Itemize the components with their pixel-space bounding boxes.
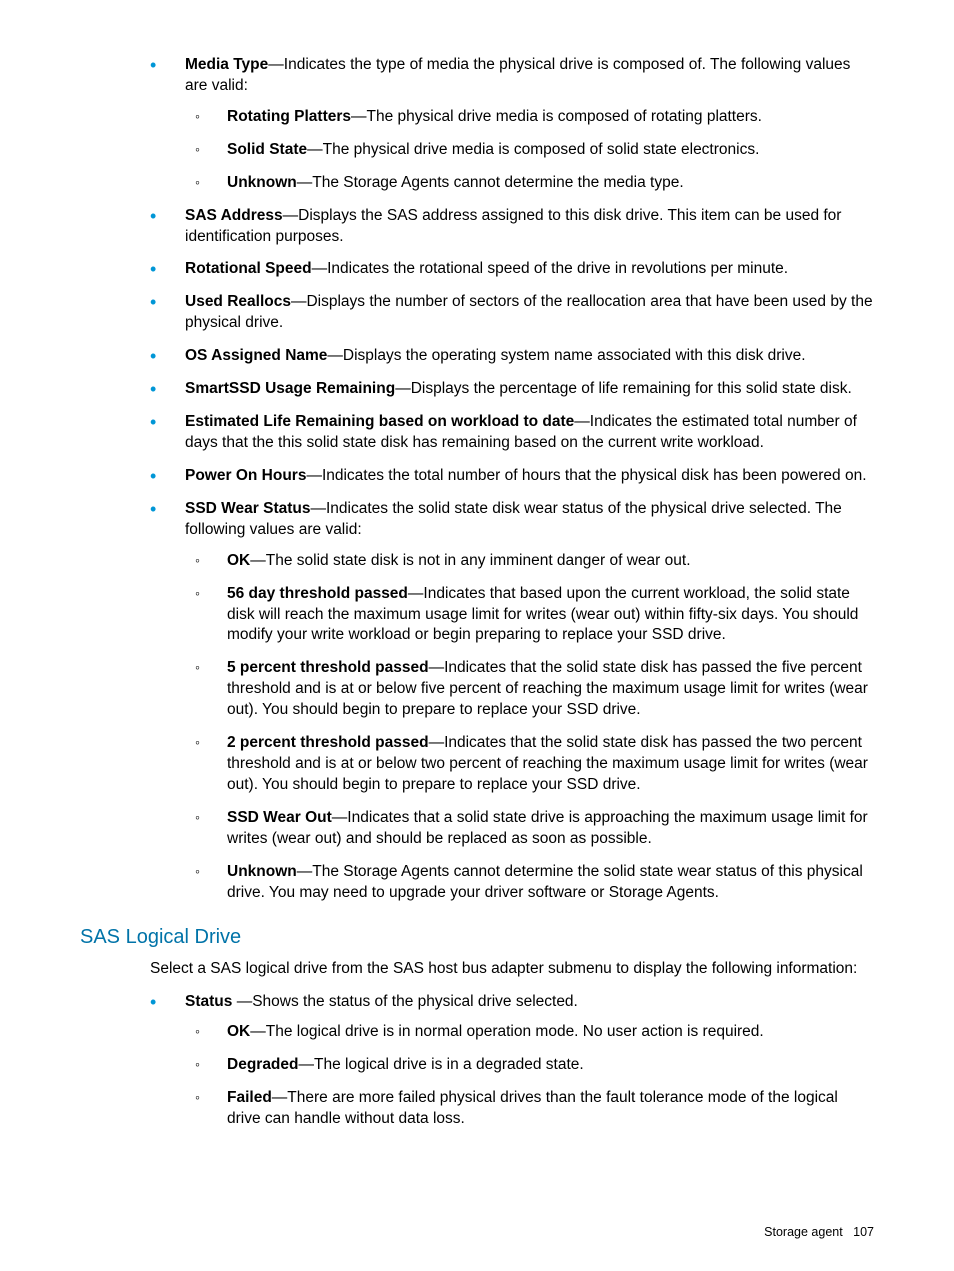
list-item: Failed—There are more failed physical dr… [195, 1088, 874, 1130]
term: 2 percent threshold passed [227, 734, 429, 751]
list-item: SSD Wear Out—Indicates that a solid stat… [195, 808, 874, 850]
list-item: OS Assigned Name—Displays the operating … [150, 346, 874, 367]
list-item: 2 percent threshold passed—Indicates tha… [195, 733, 874, 796]
list-item: Power On Hours—Indicates the total numbe… [150, 466, 874, 487]
desc: —The Storage Agents cannot determine the… [227, 863, 863, 901]
desc: —The physical drive media is composed of… [351, 108, 762, 125]
term: OK [227, 1023, 250, 1040]
term: Power On Hours [185, 467, 306, 484]
term: Degraded [227, 1056, 299, 1073]
term: Media Type [185, 56, 268, 73]
list-item: 5 percent threshold passed—Indicates tha… [195, 658, 874, 721]
desc: —Displays the operating system name asso… [327, 347, 805, 364]
sub-list: OK—The solid state disk is not in any im… [185, 551, 874, 904]
term: Unknown [227, 863, 297, 880]
term: Solid State [227, 141, 307, 158]
list-item: 56 day threshold passed—Indicates that b… [195, 584, 874, 647]
desc: —Indicates the type of media the physica… [185, 56, 850, 94]
term: Used Reallocs [185, 293, 291, 310]
list-item: Unknown—The Storage Agents cannot determ… [195, 173, 874, 194]
definition-list-2: Status —Shows the status of the physical… [80, 992, 874, 1131]
term: SmartSSD Usage Remaining [185, 380, 395, 397]
list-item: Rotational Speed—Indicates the rotationa… [150, 259, 874, 280]
desc: —The logical drive is in normal operatio… [250, 1023, 763, 1040]
term: 56 day threshold passed [227, 585, 408, 602]
list-item: Media Type—Indicates the type of media t… [150, 55, 874, 194]
term: SSD Wear Status [185, 500, 310, 517]
footer-page-number: 107 [853, 1225, 874, 1239]
section-heading-sas-logical-drive: SAS Logical Drive [80, 924, 874, 951]
term: Failed [227, 1089, 272, 1106]
desc: —The solid state disk is not in any immi… [250, 552, 690, 569]
term: Rotational Speed [185, 260, 312, 277]
desc: —Indicates the total number of hours tha… [306, 467, 866, 484]
list-item: Rotating Platters—The physical drive med… [195, 107, 874, 128]
term: Status [185, 993, 237, 1010]
list-item: OK—The logical drive is in normal operat… [195, 1022, 874, 1043]
list-item: SmartSSD Usage Remaining—Displays the pe… [150, 379, 874, 400]
list-item: Estimated Life Remaining based on worklo… [150, 412, 874, 454]
term: Estimated Life Remaining based on worklo… [185, 413, 574, 430]
term: Unknown [227, 174, 297, 191]
term: SAS Address [185, 207, 283, 224]
definition-list-1: Media Type—Indicates the type of media t… [80, 55, 874, 904]
desc: —The Storage Agents cannot determine the… [297, 174, 684, 191]
list-item: Status —Shows the status of the physical… [150, 992, 874, 1131]
footer-section: Storage agent [764, 1225, 843, 1239]
section-intro: Select a SAS logical drive from the SAS … [150, 959, 874, 980]
list-item: Unknown—The Storage Agents cannot determ… [195, 862, 874, 904]
sub-list: OK—The logical drive is in normal operat… [185, 1022, 874, 1130]
list-item: Degraded—The logical drive is in a degra… [195, 1055, 874, 1076]
desc: —Displays the SAS address assigned to th… [185, 207, 841, 245]
list-item: Solid State—The physical drive media is … [195, 140, 874, 161]
desc: —Shows the status of the physical drive … [237, 993, 578, 1010]
desc: —Indicates the rotational speed of the d… [312, 260, 788, 277]
sub-list: Rotating Platters—The physical drive med… [185, 107, 874, 194]
page-footer: Storage agent 107 [764, 1224, 874, 1241]
term: OS Assigned Name [185, 347, 327, 364]
page: Media Type—Indicates the type of media t… [0, 0, 954, 1271]
desc: —Displays the percentage of life remaini… [395, 380, 852, 397]
term: OK [227, 552, 250, 569]
desc: —The logical drive is in a degraded stat… [299, 1056, 584, 1073]
term: SSD Wear Out [227, 809, 332, 826]
term: 5 percent threshold passed [227, 659, 429, 676]
list-item: SAS Address—Displays the SAS address ass… [150, 206, 874, 248]
desc: —The physical drive media is composed of… [307, 141, 759, 158]
list-item: SSD Wear Status—Indicates the solid stat… [150, 499, 874, 904]
list-item: Used Reallocs—Displays the number of sec… [150, 292, 874, 334]
desc: —There are more failed physical drives t… [227, 1089, 838, 1127]
list-item: OK—The solid state disk is not in any im… [195, 551, 874, 572]
term: Rotating Platters [227, 108, 351, 125]
